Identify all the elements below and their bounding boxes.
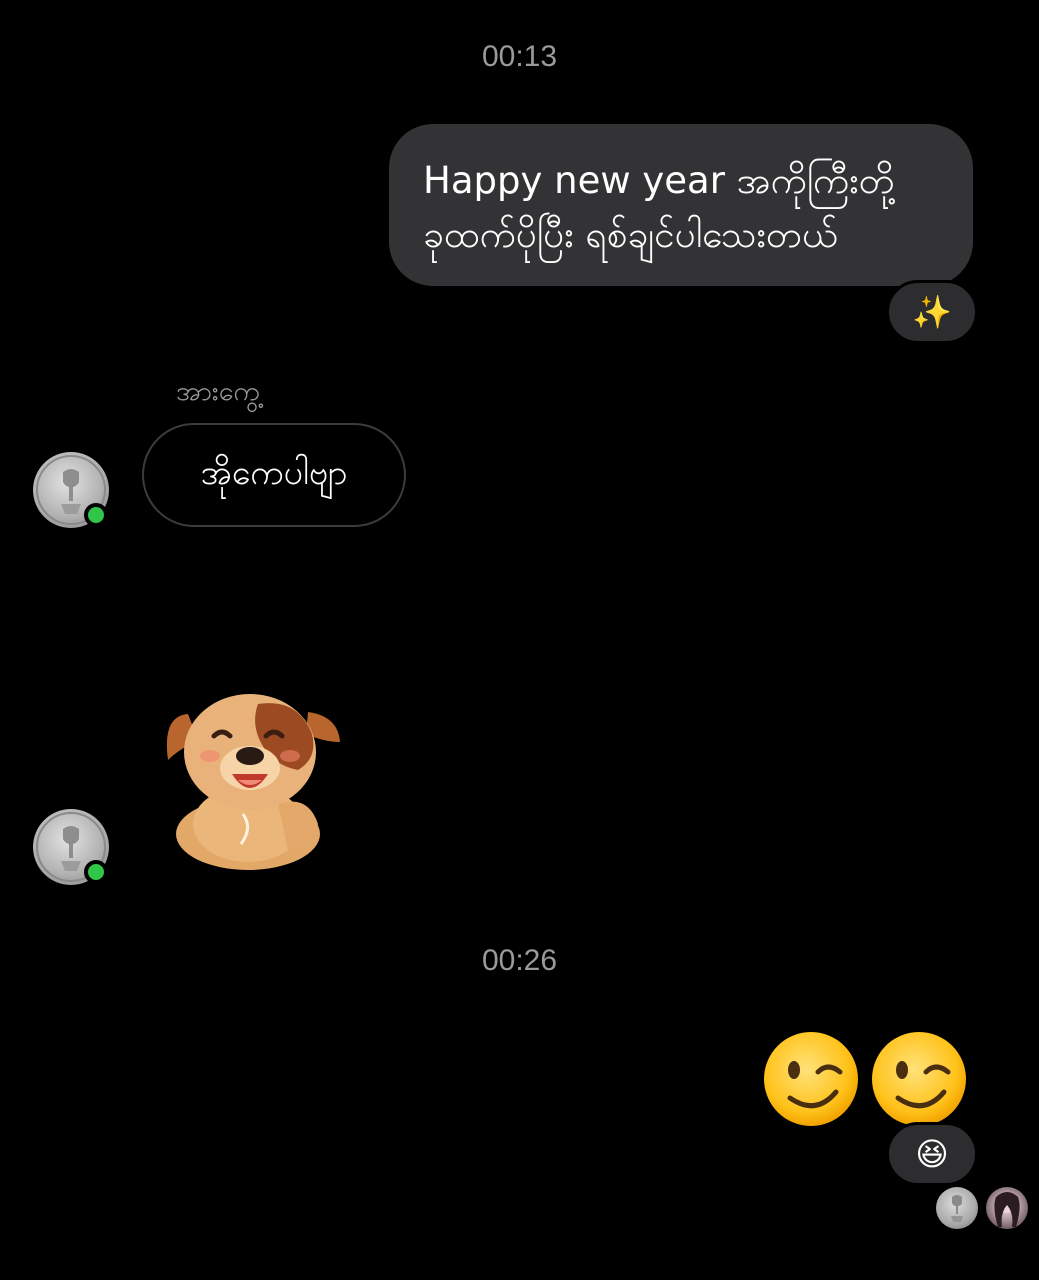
seen-avatar <box>986 1187 1028 1229</box>
dog-sticker-icon[interactable] <box>158 684 344 874</box>
message-text-line: ခုထက်ပိုပြီး ရစ်ချင်ပါသေးတယ် <box>423 213 838 256</box>
laughing-face-icon: 😆 <box>915 1135 949 1173</box>
winking-face-icon[interactable] <box>870 1030 968 1128</box>
sender-name: အားကွေ့ <box>176 376 260 407</box>
winking-face-icon[interactable] <box>762 1030 860 1128</box>
sparkles-icon: ✨ <box>912 293 952 331</box>
chat-screen: 00:13 Happy new year အကိုကြီးတို့ ခုထက်ပ… <box>0 0 1039 1280</box>
outgoing-message-bubble[interactable]: Happy new year အကိုကြီးတို့ ခုထက်ပိုပြီး… <box>389 124 973 286</box>
profile-photo-icon <box>994 1192 1020 1227</box>
timestamp: 00:26 <box>481 944 558 977</box>
message-text: အိုကေပါဗျာ <box>200 452 348 493</box>
online-status-dot <box>84 860 108 884</box>
laughing-reaction[interactable]: 😆 <box>886 1122 978 1186</box>
seen-avatar <box>936 1187 978 1229</box>
incoming-message-bubble[interactable]: အိုကေပါဗျာ <box>142 423 406 527</box>
message-text-line: Happy new year အကိုကြီးတို့ <box>423 159 895 202</box>
sparkles-reaction[interactable]: ✨ <box>886 280 978 344</box>
online-status-dot <box>84 503 108 527</box>
timestamp: 00:13 <box>481 40 558 73</box>
coin-avatar-icon <box>951 1195 963 1222</box>
